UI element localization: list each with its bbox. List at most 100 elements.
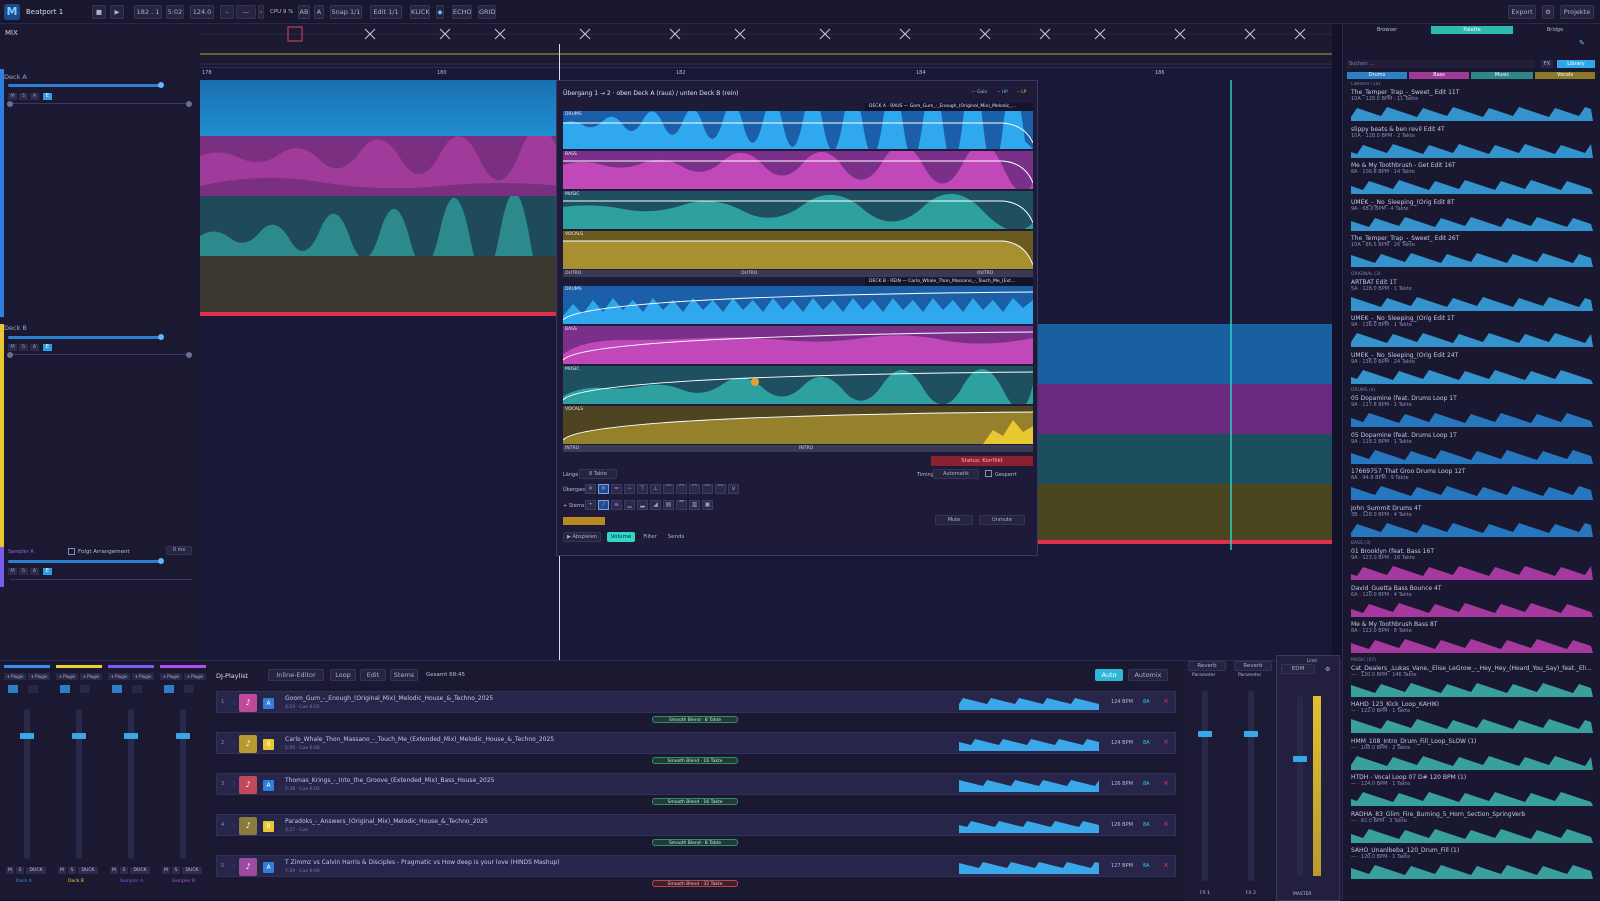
deck-b-mute-button[interactable]: M: [8, 344, 17, 351]
library-item[interactable]: ARTBAT Edit 1T 5A · 128.0 BPM · 1 Takte: [1351, 279, 1593, 313]
a-button[interactable]: A: [314, 5, 324, 19]
curve-v-icon[interactable]: ∨: [728, 484, 739, 494]
mute-button[interactable]: Mute: [935, 515, 973, 525]
drag-handle-icon[interactable]: ⋮: [231, 863, 237, 870]
deck-b-vocals-clip[interactable]: [1038, 484, 1332, 540]
deck-b-drums-band[interactable]: [563, 286, 1033, 324]
playlist-row[interactable]: 4 ⋮ ♪ B Paradoks_-_Answers_(Original_Mix)_Me…: [216, 814, 1176, 836]
fx2-fader-track[interactable]: [1248, 691, 1254, 881]
sampler-mute-button[interactable]: M: [8, 568, 17, 575]
locked-checkbox[interactable]: [985, 470, 992, 477]
deck-b-pan-left-knob[interactable]: [7, 352, 13, 358]
deck-a-pan-left-knob[interactable]: [7, 101, 13, 107]
fx1-select[interactable]: Reverb: [1188, 661, 1226, 671]
metronome-icon[interactable]: ◆: [436, 5, 444, 19]
blend-badge[interactable]: Smooth Blend · 16 Takte: [652, 757, 738, 764]
cat-drums[interactable]: Drums: [1347, 72, 1407, 79]
klick-button[interactable]: KLICK: [410, 5, 430, 19]
row-deck-badge[interactable]: A: [263, 780, 274, 791]
stems-hi-icon[interactable]: ▔: [676, 500, 687, 510]
deck-b-vocals-band[interactable]: [563, 406, 1033, 444]
grid-button[interactable]: GRID: [478, 5, 496, 19]
bpm-field[interactable]: 124.0: [190, 5, 214, 19]
library-item[interactable]: Me & My Toothbrush - Get Edit 16T 8A · 10…: [1351, 162, 1593, 196]
deck-b-region-bar[interactable]: [1038, 540, 1332, 544]
master-settings-icon[interactable]: ⚙: [1325, 666, 1330, 673]
fx1-fader-track[interactable]: [1202, 691, 1208, 881]
export-button[interactable]: Export: [1508, 5, 1536, 19]
curve-cut-icon[interactable]: ⊤: [637, 484, 648, 494]
snap-select[interactable]: Snap 1/1: [330, 5, 362, 19]
fx1-fader-cap[interactable]: [1198, 731, 1212, 737]
fx2-select[interactable]: Reverb: [1234, 661, 1272, 671]
edit-select[interactable]: Edit 1/1: [370, 5, 402, 19]
timing-select[interactable]: Automatik: [933, 469, 979, 479]
library-search-input[interactable]: Suchen ...: [1347, 60, 1535, 68]
deck-a-edit-button[interactable]: E: [43, 93, 52, 100]
deck-a-pan-track[interactable]: [10, 103, 192, 104]
cat-bass[interactable]: Bass: [1409, 72, 1469, 79]
deck-b-music-clip[interactable]: [1038, 434, 1332, 484]
cat-vocals[interactable]: Vocals: [1535, 72, 1595, 79]
library-item[interactable]: slippy beats & ben revil Edit 4T 10A · 12…: [1351, 126, 1593, 160]
library-item[interactable]: Cat_Dealers_,Lukas_Vane,_Elise_LeGrow_-_…: [1351, 665, 1593, 699]
deck-b-arm-button[interactable]: A: [30, 344, 39, 351]
sampler-volume-slider[interactable]: [8, 560, 163, 563]
tempo-arrows-icon[interactable]: ›: [258, 5, 264, 19]
stems-low-icon[interactable]: ▁: [624, 500, 635, 510]
drag-handle-icon[interactable]: ⋮: [231, 699, 237, 706]
library-item[interactable]: HAHD_123_Kick_Loop_KAHIKI — · 122.0 BPM ·…: [1351, 701, 1593, 735]
deck-a-drums-band[interactable]: [563, 111, 1033, 149]
fx-filter-button[interactable]: FX: [1541, 60, 1553, 68]
curve-flat-icon[interactable]: ═: [611, 484, 622, 494]
library-button[interactable]: Library: [1557, 60, 1595, 68]
length-select[interactable]: 8 Takte: [579, 469, 617, 479]
library-item[interactable]: Me & My Toothbrush Bass 8T 8A · 122.0 BPM…: [1351, 621, 1593, 655]
deck-b-drums-clip[interactable]: [1038, 324, 1332, 384]
row-deck-badge[interactable]: A: [263, 698, 274, 709]
library-item[interactable]: David_Guetta Bass Bounce 4T 6A · 120.0 BP…: [1351, 585, 1593, 619]
curve-x-icon[interactable]: ✕: [585, 484, 596, 494]
library-item[interactable]: John_Summit Drums 4T 3B · 128.0 BPM · 4 T…: [1351, 505, 1593, 539]
curve-s-icon[interactable]: ∼: [624, 484, 635, 494]
deck-b-pan-track[interactable]: [10, 354, 192, 355]
deck-b-music-band[interactable]: [563, 366, 1033, 404]
deck-a-vocals-clip[interactable]: [200, 256, 560, 312]
blend-badge[interactable]: Smooth Blend · 8 Takte: [652, 716, 738, 723]
row-remove-icon[interactable]: ×: [1163, 820, 1169, 828]
transition-end-marker[interactable]: [1230, 80, 1232, 550]
stems-box-icon[interactable]: ▣: [702, 500, 713, 510]
library-item[interactable]: UMEK_-_No_Sleeping_(Orig Edit 8T 9A · 68.…: [1351, 199, 1593, 233]
tempo-minus-button[interactable]: –: [220, 5, 234, 19]
master-preset-select[interactable]: EDM: [1281, 664, 1315, 674]
stems-mid-icon[interactable]: ▂: [637, 500, 648, 510]
library-item[interactable]: UMEK_-_No_Sleeping_(Orig Edit 1T 9A · 136…: [1351, 315, 1593, 349]
tempo-nudge-button[interactable]: —: [236, 5, 256, 19]
deck-a-vocals-band[interactable]: [563, 231, 1033, 269]
deck-b-volume-slider[interactable]: [8, 336, 163, 339]
deck-b-solo-button[interactable]: S: [19, 344, 28, 351]
stems-slash-icon[interactable]: ⁄: [598, 500, 609, 510]
deck-a-music-band[interactable]: [563, 191, 1033, 229]
dropper-icon[interactable]: ✎: [1579, 39, 1585, 47]
deck-a-drums-clip[interactable]: [200, 80, 560, 136]
tab-bridge[interactable]: Bridge: [1517, 26, 1593, 34]
deck-a-volume-knob[interactable]: [158, 82, 164, 88]
curve-ease-icon[interactable]: ⌒: [663, 484, 674, 494]
sampler-solo-button[interactable]: S: [19, 568, 28, 575]
stem-color-swatch[interactable]: [563, 517, 605, 525]
curve-step-icon[interactable]: ⊥: [650, 484, 661, 494]
row-deck-badge[interactable]: B: [263, 739, 274, 750]
row-deck-badge[interactable]: A: [263, 862, 274, 873]
drag-handle-icon[interactable]: ⋮: [231, 822, 237, 829]
library-item[interactable]: RADHA_83_Glim_Fire_Burning_5_Horn_Sectio…: [1351, 811, 1593, 845]
library-item[interactable]: 05 Dopamine (feat. Drums Loop 1T 9A · 117…: [1351, 395, 1593, 429]
deck-a-region-bar[interactable]: [200, 312, 560, 316]
row-remove-icon[interactable]: ×: [1163, 738, 1169, 746]
blend-badge[interactable]: Smooth Blend · 16 Takte: [652, 798, 738, 805]
timeline-ruler[interactable]: 178 180 182 184 186: [200, 24, 1332, 76]
library-item[interactable]: HTDH - Vocal Loop 07 D# 120 BPM (1) — · 1…: [1351, 774, 1593, 808]
tab-volume[interactable]: Volume: [607, 532, 635, 542]
sampler-pan-track[interactable]: [10, 579, 192, 580]
library-item[interactable]: HMM_108_Intro_Drum_Fill_Loop_SLOW (1) — ·…: [1351, 738, 1593, 772]
